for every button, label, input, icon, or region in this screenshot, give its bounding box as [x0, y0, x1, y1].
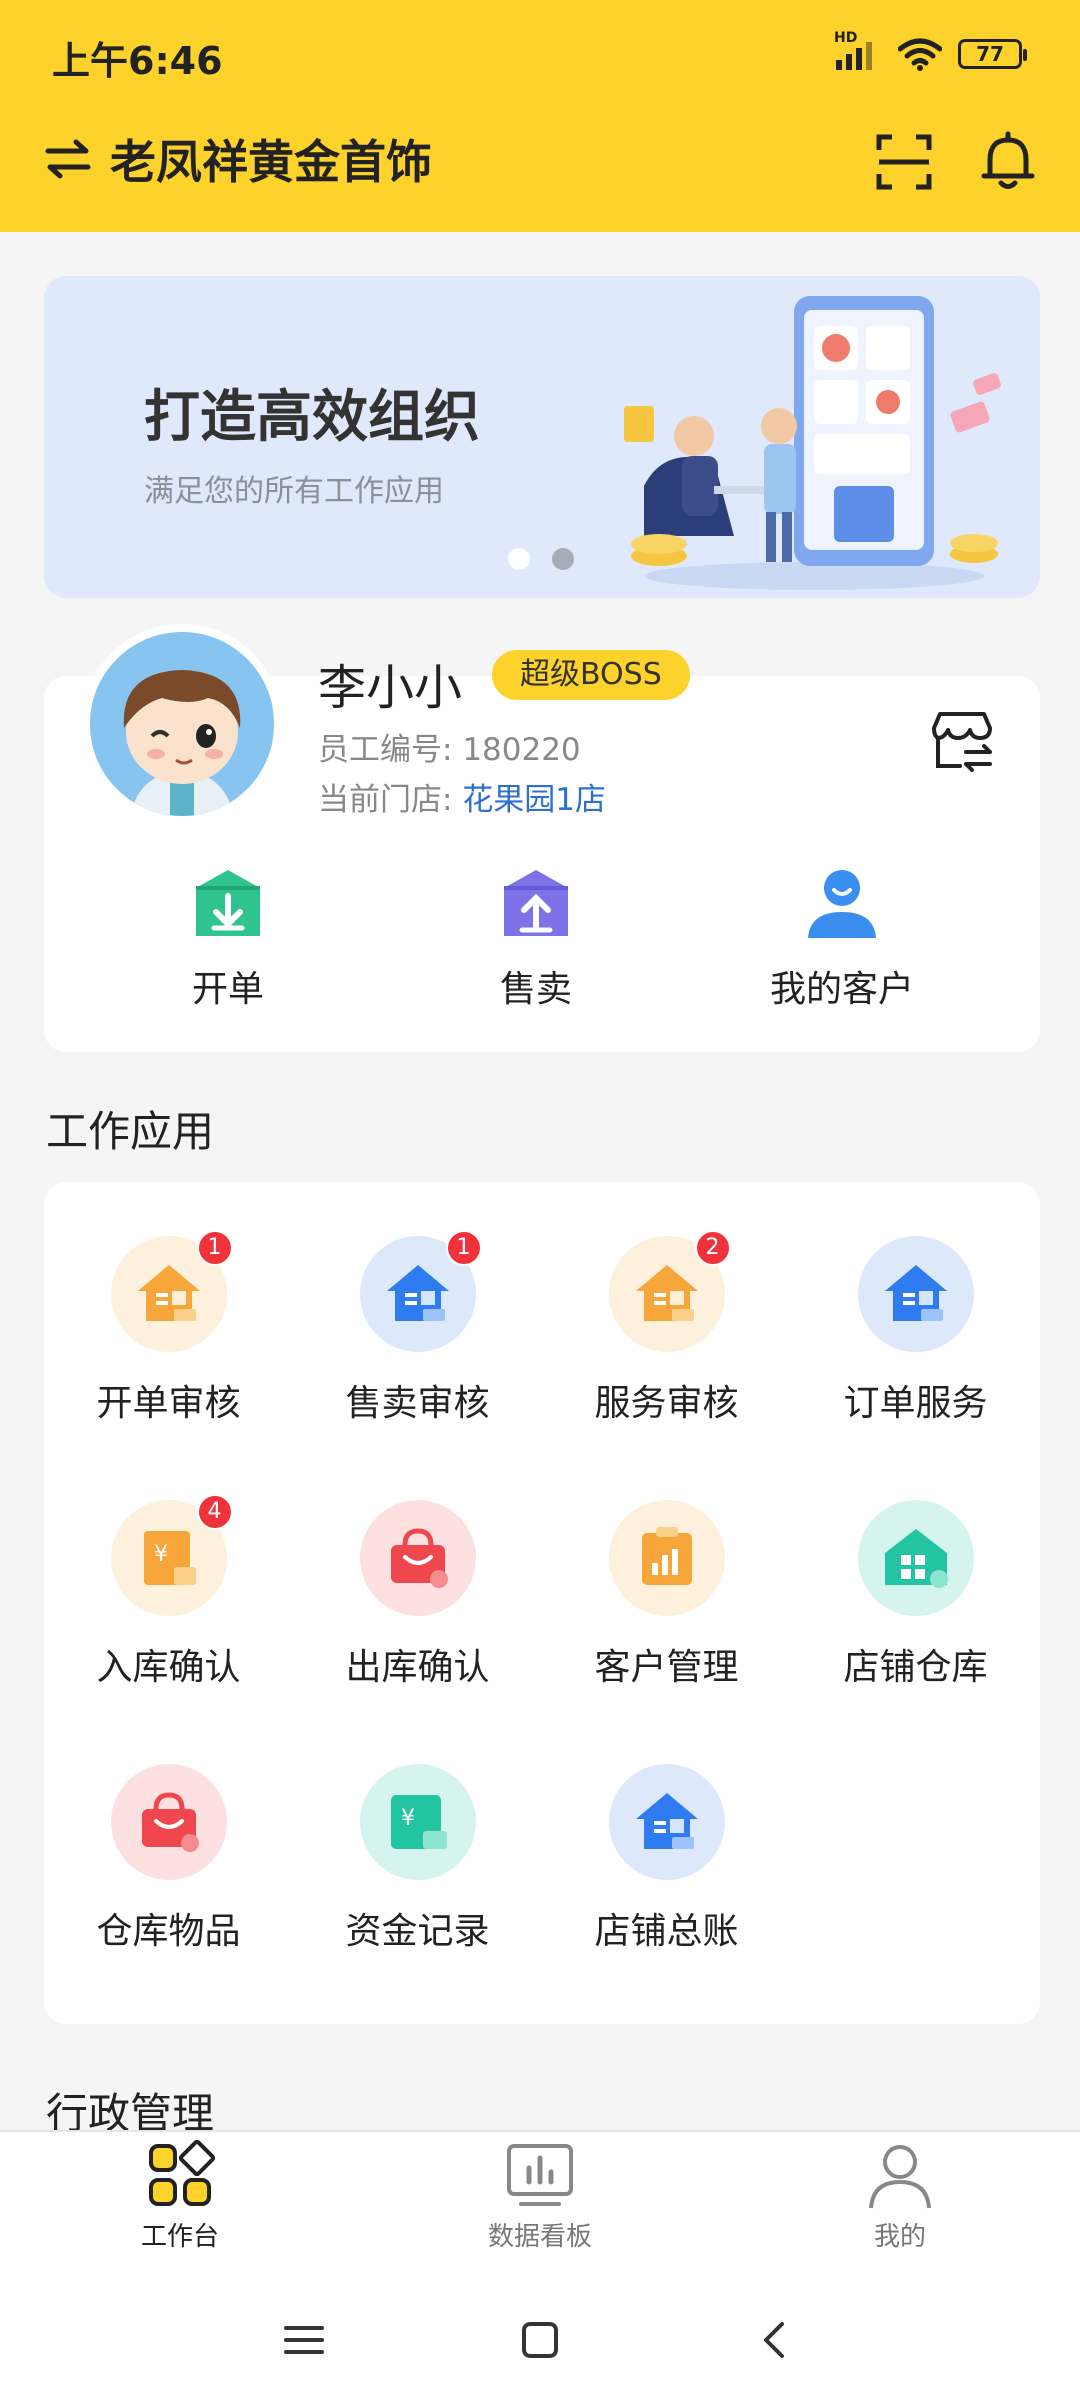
basket-red-icon — [141, 1792, 199, 1852]
user-icon — [869, 2145, 931, 2209]
app-order-service[interactable]: 订单服务 — [791, 1182, 1040, 1424]
grid-icon — [149, 2140, 215, 2206]
dashboard-icon — [507, 2144, 573, 2206]
app-title: 老凤祥黄金首饰 — [110, 135, 432, 189]
app-store-ledger[interactable]: 店铺总账 — [542, 1710, 791, 1952]
quick-my-customers[interactable]: 我的客户 — [732, 866, 952, 1012]
current-store-value[interactable]: 花果园1店 — [462, 782, 606, 818]
svg-text:¥: ¥ — [154, 1542, 168, 1567]
role-badge: 超级BOSS — [492, 650, 690, 700]
back-icon[interactable] — [744, 2310, 804, 2370]
app-label: 售卖审核 — [345, 1383, 490, 1424]
status-time: 上午6:46 — [52, 39, 223, 83]
banner-dot-1[interactable] — [508, 548, 530, 570]
current-store-row: 当前门店: 花果园1店 — [318, 774, 606, 819]
office-illustration — [624, 296, 1001, 590]
house-blue-icon — [635, 1793, 698, 1849]
cartoon-boy-avatar — [90, 632, 274, 816]
scan-icon[interactable] — [876, 134, 932, 190]
app-label: 服务审核 — [594, 1383, 739, 1424]
tab-dashboard[interactable]: 数据看板 — [430, 2140, 650, 2253]
work-apps-grid: 1 开单审核 1 售卖审核 2 服务审核 订单服务 ¥ 4 入库确认 出库确认 … — [44, 1182, 1040, 2024]
tab-mine-label: 我的 — [873, 2222, 926, 2252]
network-type: HD — [834, 30, 858, 46]
work-apps-title: 工作应用 — [46, 1107, 215, 1156]
swap-arrows-icon[interactable] — [44, 139, 92, 179]
banner-subtitle: 满足您的所有工作应用 — [144, 474, 444, 509]
app-sales-review[interactable]: 1 售卖审核 — [293, 1182, 542, 1424]
notification-badge: 1 — [196, 1230, 233, 1266]
quick-my-customers-label: 我的客户 — [769, 969, 914, 1010]
app-label: 店铺仓库 — [843, 1647, 988, 1688]
tab-dashboard-label: 数据看板 — [487, 2222, 592, 2252]
tab-mine[interactable]: 我的 — [790, 2140, 1010, 2253]
customer-icon — [808, 870, 876, 938]
notification-badge: 2 — [694, 1230, 731, 1266]
menu-icon[interactable] — [274, 2310, 334, 2370]
employee-id-label: 员工编号: — [318, 732, 453, 768]
wifi-icon — [898, 38, 942, 71]
quick-open-order[interactable]: 开单 — [118, 866, 338, 1012]
warehouse-teal-icon — [884, 1529, 948, 1588]
notification-badge: 4 — [196, 1494, 233, 1530]
app-stock-out-confirm[interactable]: 出库确认 — [293, 1446, 542, 1688]
quick-open-order-label: 开单 — [191, 969, 264, 1010]
app-label: 客户管理 — [594, 1647, 739, 1688]
app-label: 资金记录 — [345, 1911, 490, 1952]
clipboard-chart-icon — [641, 1527, 692, 1585]
house-orange-icon — [137, 1265, 200, 1321]
avatar[interactable] — [82, 624, 282, 824]
store-switch-icon[interactable] — [926, 706, 998, 778]
app-customer-management[interactable]: 客户管理 — [542, 1446, 791, 1688]
yuan-teal-icon: ¥ — [390, 1795, 447, 1849]
svg-text:¥: ¥ — [401, 1806, 415, 1831]
current-store-label: 当前门店: — [318, 782, 453, 818]
signal-icon: HD — [834, 30, 882, 70]
home-icon[interactable] — [510, 2310, 570, 2370]
tab-workbench-label: 工作台 — [140, 2222, 219, 2252]
promo-banner[interactable]: 打造高效组织 满足您的所有工作应用 — [44, 276, 1040, 598]
open-order-icon — [196, 870, 260, 936]
app-fund-records[interactable]: ¥ 资金记录 — [293, 1710, 542, 1952]
status-icons: HD 77 — [834, 30, 1027, 76]
store-switcher[interactable]: 老凤祥黄金首饰 — [44, 126, 432, 192]
app-stock-in-confirm[interactable]: ¥ 4 入库确认 — [44, 1446, 293, 1688]
app-service-review[interactable]: 2 服务审核 — [542, 1182, 791, 1424]
notification-badge: 1 — [445, 1230, 482, 1266]
house-blue-icon — [884, 1265, 947, 1321]
app-label: 仓库物品 — [96, 1911, 241, 1952]
app-store-warehouse[interactable]: 店铺仓库 — [791, 1446, 1040, 1688]
banner-title: 打造高效组织 — [144, 385, 480, 450]
app-label: 出库确认 — [345, 1647, 490, 1688]
yuan-doc-icon: ¥ — [143, 1531, 196, 1585]
app-label: 开单审核 — [96, 1383, 241, 1424]
bell-icon[interactable] — [978, 130, 1038, 192]
banner-dot-2[interactable] — [552, 548, 574, 570]
employee-id-row: 员工编号: 180220 — [318, 724, 581, 769]
quick-sell-label: 售卖 — [499, 969, 572, 1010]
sell-icon — [504, 870, 568, 936]
house-blue-icon — [386, 1265, 449, 1321]
quick-sell[interactable]: 售卖 — [426, 866, 646, 1012]
app-label: 订单服务 — [843, 1383, 988, 1424]
tab-workbench[interactable]: 工作台 — [70, 2140, 290, 2253]
app-label: 入库确认 — [96, 1647, 241, 1688]
app-warehouse-items[interactable]: 仓库物品 — [44, 1710, 293, 1952]
user-name: 李小小 — [318, 660, 463, 716]
app-open-order-review[interactable]: 1 开单审核 — [44, 1182, 293, 1424]
app-label: 店铺总账 — [594, 1911, 739, 1952]
employee-id-value: 180220 — [462, 732, 581, 768]
basket-red-icon — [390, 1528, 448, 1588]
battery-icon: 77 — [958, 39, 1027, 69]
house-orange-icon — [635, 1265, 698, 1321]
